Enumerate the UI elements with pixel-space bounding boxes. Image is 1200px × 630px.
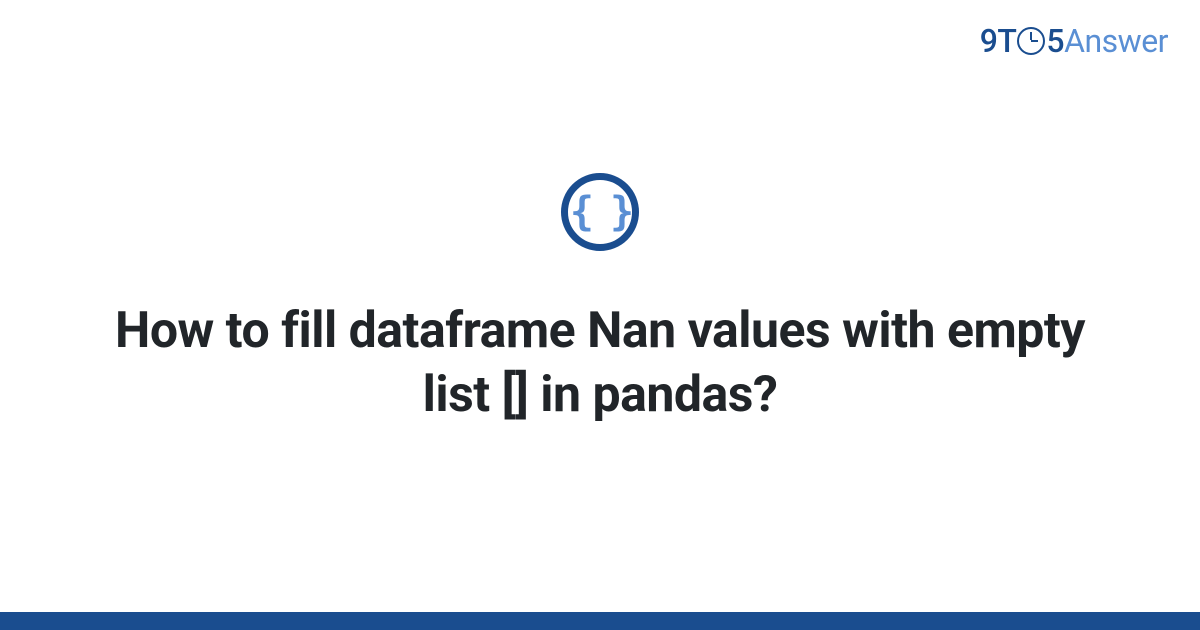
footer-bar [0,612,1200,630]
main-content: { } How to fill dataframe Nan values wit… [0,0,1200,630]
code-braces-icon: { } [570,192,630,232]
question-title: How to fill dataframe Nan values with em… [110,299,1090,427]
category-icon-circle: { } [561,173,639,251]
